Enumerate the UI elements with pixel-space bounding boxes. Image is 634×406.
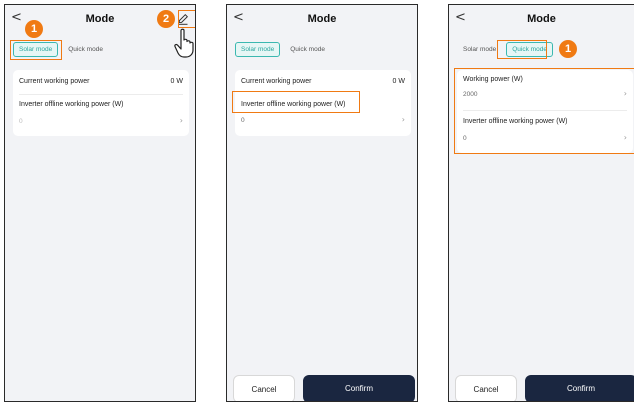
confirm-button[interactable]: Confirm [303,375,415,401]
mode-tabs: Solar mode Quick mode [235,42,331,57]
cancel-button[interactable]: Cancel [455,375,517,401]
row-label: Inverter offline working power (W) [19,101,124,108]
highlight-box-quick-tab [497,40,547,59]
hand-pointer-icon [174,28,194,58]
phone-screen-solar-mode: < Mode Solar mode Quick mode Current wor… [4,4,196,402]
tab-quick-mode[interactable]: Quick mode [284,42,331,57]
row-value: 0 W [170,78,183,85]
row-label: Current working power [19,78,90,85]
current-working-power-row: Current working power 0 W [13,70,189,94]
step-badge-1: 1 [559,40,577,58]
chevron-right-icon: › [179,116,183,125]
highlight-box-solar-tab [10,40,62,60]
row-value: 0 W [392,78,405,85]
row-value: 0 [19,118,23,125]
tab-quick-mode[interactable]: Quick mode [62,42,109,57]
chevron-right-icon: › [401,115,405,124]
cancel-button[interactable]: Cancel [233,375,295,401]
step-badge-2: 2 [157,10,175,28]
tab-solar-mode[interactable]: Solar mode [235,42,281,57]
phone-screen-edit-solar-mode: < Mode Solar mode Quick mode Current wor… [226,4,418,402]
row-label: Current working power [241,78,312,85]
settings-card: Current working power 0 W Inverter offli… [13,70,189,136]
phone-screen-quick-mode: < Mode Solar mode Quick mode Working pow… [448,4,634,402]
highlight-box-settings [454,68,634,154]
highlight-box-edit [178,10,195,28]
highlight-box-inverter-label [232,91,360,113]
page-title: Mode [527,13,556,25]
inverter-offline-power-row[interactable]: Inverter offline working power (W) 0 › [13,95,189,136]
confirm-button[interactable]: Confirm [525,375,634,401]
step-badge-1: 1 [25,20,43,38]
row-value: 0 [241,117,245,124]
tab-solar-mode[interactable]: Solar mode [457,42,502,57]
nav-bar: < Mode [227,5,417,35]
page-title: Mode [307,13,337,25]
nav-bar: < Mode [449,5,634,35]
